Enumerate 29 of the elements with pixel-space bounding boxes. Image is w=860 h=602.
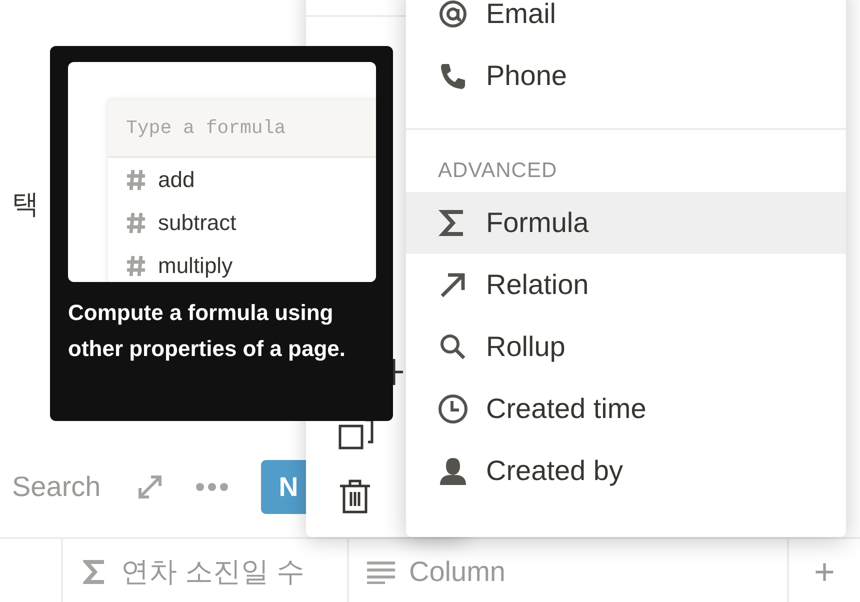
function-item: subtract [158,210,236,236]
menu-item-icon [393,359,403,385]
section-header: ADVANCED [437,158,558,184]
menu-item[interactable]: Relation [406,254,846,316]
function-item: add [158,166,195,192]
text-lines-icon [367,560,395,584]
menu-item[interactable]: Formula [406,192,846,254]
formula-field: Type a formula [108,100,376,158]
heading-text: 택 [12,188,39,221]
hash-icon [126,212,146,234]
sigma-icon [83,558,107,584]
more-icon[interactable] [196,483,228,491]
trash-icon [338,478,372,514]
phone-icon [438,61,468,91]
menu-item[interactable]: Email [406,0,846,45]
menu-item[interactable]: Created time [406,378,846,440]
clock-icon [438,394,468,424]
search-icon [438,332,468,362]
person-icon [438,456,468,486]
menu-item[interactable]: Phone [406,45,846,107]
hash-icon [126,254,146,276]
tooltip-text: Compute a formula using other properties of a page. [68,299,346,363]
duplicate-icon [338,418,374,450]
hash-icon [126,168,146,190]
function-item: multiply [158,252,233,278]
menu-item[interactable]: Created by [406,440,846,502]
at-sign-icon [438,0,468,29]
menu-item[interactable]: Rollup [406,316,846,378]
expand-icon[interactable] [136,474,163,500]
